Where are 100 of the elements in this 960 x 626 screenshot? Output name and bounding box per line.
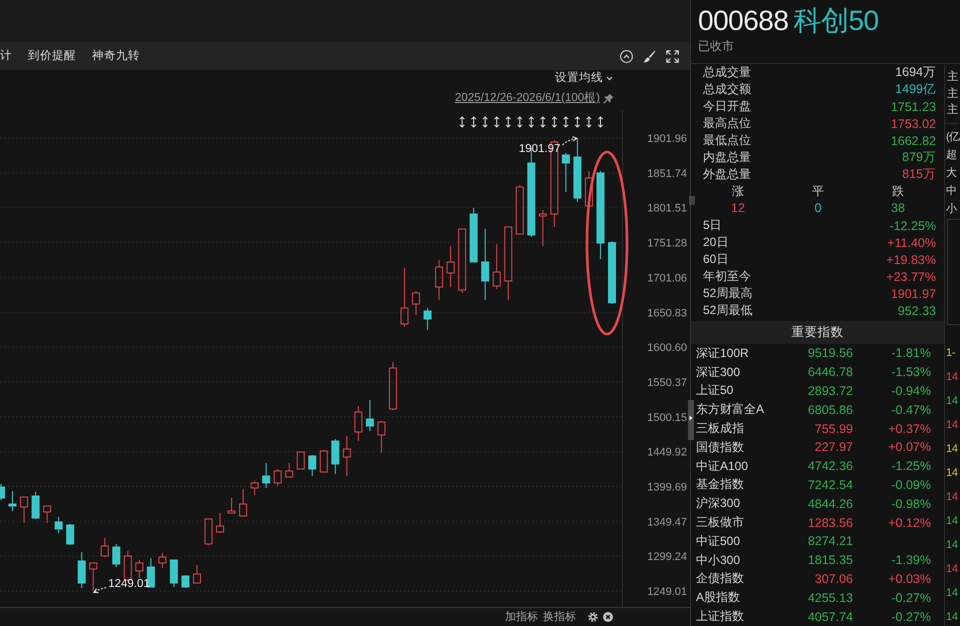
axis-label: 1449.92 — [647, 446, 687, 459]
cut-off-label: 主 — [946, 86, 959, 102]
date-range-link[interactable]: 2025/12/26-2026/6/1(100根) — [455, 91, 600, 105]
up-down-arrow-icon — [506, 116, 511, 128]
rising-candle — [100, 538, 109, 558]
rising-candle — [250, 480, 259, 496]
stat-label: 今日开盘 — [703, 98, 751, 115]
index-value-cell: 4844.26 — [808, 496, 853, 511]
index-change-cell: +0.37% — [888, 422, 931, 436]
rising-candle — [228, 497, 236, 514]
up-down-arrow-icon — [598, 116, 604, 128]
stat-value: +19.83% — [886, 252, 936, 266]
chevron-down-icon — [606, 76, 613, 80]
indicator-button[interactable]: 加指标 — [505, 610, 538, 624]
index-name-cell[interactable]: 国债指数 — [696, 438, 744, 456]
collapse-handle-icon[interactable] — [688, 400, 694, 440]
toolbar-button[interactable]: 到价提醒 — [28, 49, 76, 63]
rising-candle — [446, 246, 455, 288]
stat-label: 5日 — [703, 217, 722, 234]
breadth-label: 跌 — [891, 183, 905, 200]
stat-value: 1499亿 — [895, 81, 936, 98]
stat-label: 内盘总量 — [703, 149, 751, 166]
brush-icon[interactable] — [643, 50, 656, 62]
index-name-cell[interactable]: 中证500 — [696, 532, 740, 550]
index-code: 000688 — [698, 5, 788, 37]
rising-candle — [400, 268, 408, 328]
axis-label: 1500.15 — [647, 412, 687, 424]
stat-value: 1901.97 — [890, 286, 936, 300]
index-name-cell[interactable]: 深证100R — [696, 344, 749, 362]
leader-arrow — [562, 136, 578, 146]
pin-icon[interactable] — [603, 92, 614, 104]
cut-off-label: 主 — [946, 69, 959, 85]
stat-value: -12.25% — [889, 218, 936, 232]
rising-candle — [285, 462, 294, 478]
falling-candle — [170, 560, 178, 588]
index-change-cell: -0.09% — [891, 478, 931, 492]
index-name-cell[interactable]: 基金指数 — [696, 476, 744, 494]
rising-candle — [20, 496, 28, 524]
axis-label: 1299.24 — [647, 551, 687, 564]
rising-candle — [412, 290, 420, 316]
rising-candle — [204, 518, 212, 546]
falling-candle — [66, 523, 74, 546]
cut-off-value: 14 — [945, 490, 959, 505]
falling-candle — [181, 574, 190, 589]
index-name-cell[interactable]: 东方财富全A — [696, 401, 764, 418]
cut-off-label: (亿 — [945, 130, 959, 144]
index-name-cell[interactable]: 深证300 — [696, 364, 740, 381]
index-change-cell: +0.07% — [888, 440, 931, 454]
stat-value: 815万 — [902, 166, 936, 183]
index-change-cell: -0.98% — [891, 496, 931, 511]
axis-label: 1399.69 — [647, 482, 687, 494]
rising-candle — [584, 170, 593, 206]
rising-candle — [435, 260, 444, 300]
rising-candle — [538, 210, 547, 246]
stat-value: +23.77% — [886, 270, 936, 284]
falling-candle — [308, 454, 316, 477]
close-icon[interactable] — [603, 612, 613, 622]
stat-value: 1694万 — [895, 64, 936, 81]
index-name-cell[interactable]: 三板成指 — [696, 420, 744, 438]
market-status: 已收市 — [698, 39, 735, 53]
falling-candle — [424, 307, 432, 330]
collapse-up-icon[interactable] — [620, 50, 633, 62]
toolbar-button[interactable]: 神奇九转 — [92, 49, 140, 63]
falling-candle — [262, 462, 270, 488]
drag-handle-icon[interactable] — [689, 196, 695, 205]
index-name-cell[interactable]: 中小300 — [696, 552, 740, 569]
falling-candle — [0, 484, 5, 500]
stat-label: 60日 — [703, 251, 728, 268]
cut-off-value: 14 — [945, 418, 959, 433]
falling-candle — [8, 490, 17, 512]
cut-off-value: 14 — [945, 394, 959, 409]
moving-average-dropdown[interactable]: 设置均线 — [555, 71, 613, 85]
index-name-cell[interactable]: 三板做市 — [696, 514, 744, 532]
stat-label: 外盘总量 — [703, 166, 751, 183]
falling-candle — [562, 152, 570, 193]
section-header: 重要指数 — [691, 321, 944, 344]
up-down-arrow-icon — [517, 116, 522, 128]
rising-candle — [342, 436, 351, 477]
axis-label: 1751.28 — [647, 238, 687, 250]
index-name-cell[interactable]: 沪深300 — [696, 495, 740, 512]
rising-candle — [516, 184, 524, 234]
index-value-cell: 6446.78 — [808, 365, 853, 380]
fullscreen-icon[interactable] — [666, 50, 679, 62]
breadth-count: 0 — [814, 200, 822, 217]
index-name-cell[interactable]: 上证50 — [696, 382, 734, 400]
indicator-button[interactable]: 换指标 — [543, 610, 576, 624]
breadth-count: 38 — [890, 200, 906, 217]
axis-label: 1901.96 — [647, 133, 687, 145]
falling-candle — [54, 516, 63, 534]
index-name-cell[interactable]: 中证A100 — [696, 458, 748, 475]
falling-candle — [481, 228, 490, 300]
falling-candle — [366, 399, 374, 432]
toolbar-button[interactable]: 计 — [0, 49, 12, 63]
index-name-cell[interactable]: A股指数 — [696, 589, 740, 606]
gear-icon[interactable] — [588, 612, 598, 622]
index-name-cell[interactable]: 企债指数 — [696, 570, 744, 588]
axis-label: 1701.06 — [647, 272, 687, 284]
index-change-cell: -1.81% — [891, 346, 931, 360]
rising-candle — [43, 506, 52, 524]
index-name-cell[interactable]: 上证指数 — [696, 608, 744, 626]
